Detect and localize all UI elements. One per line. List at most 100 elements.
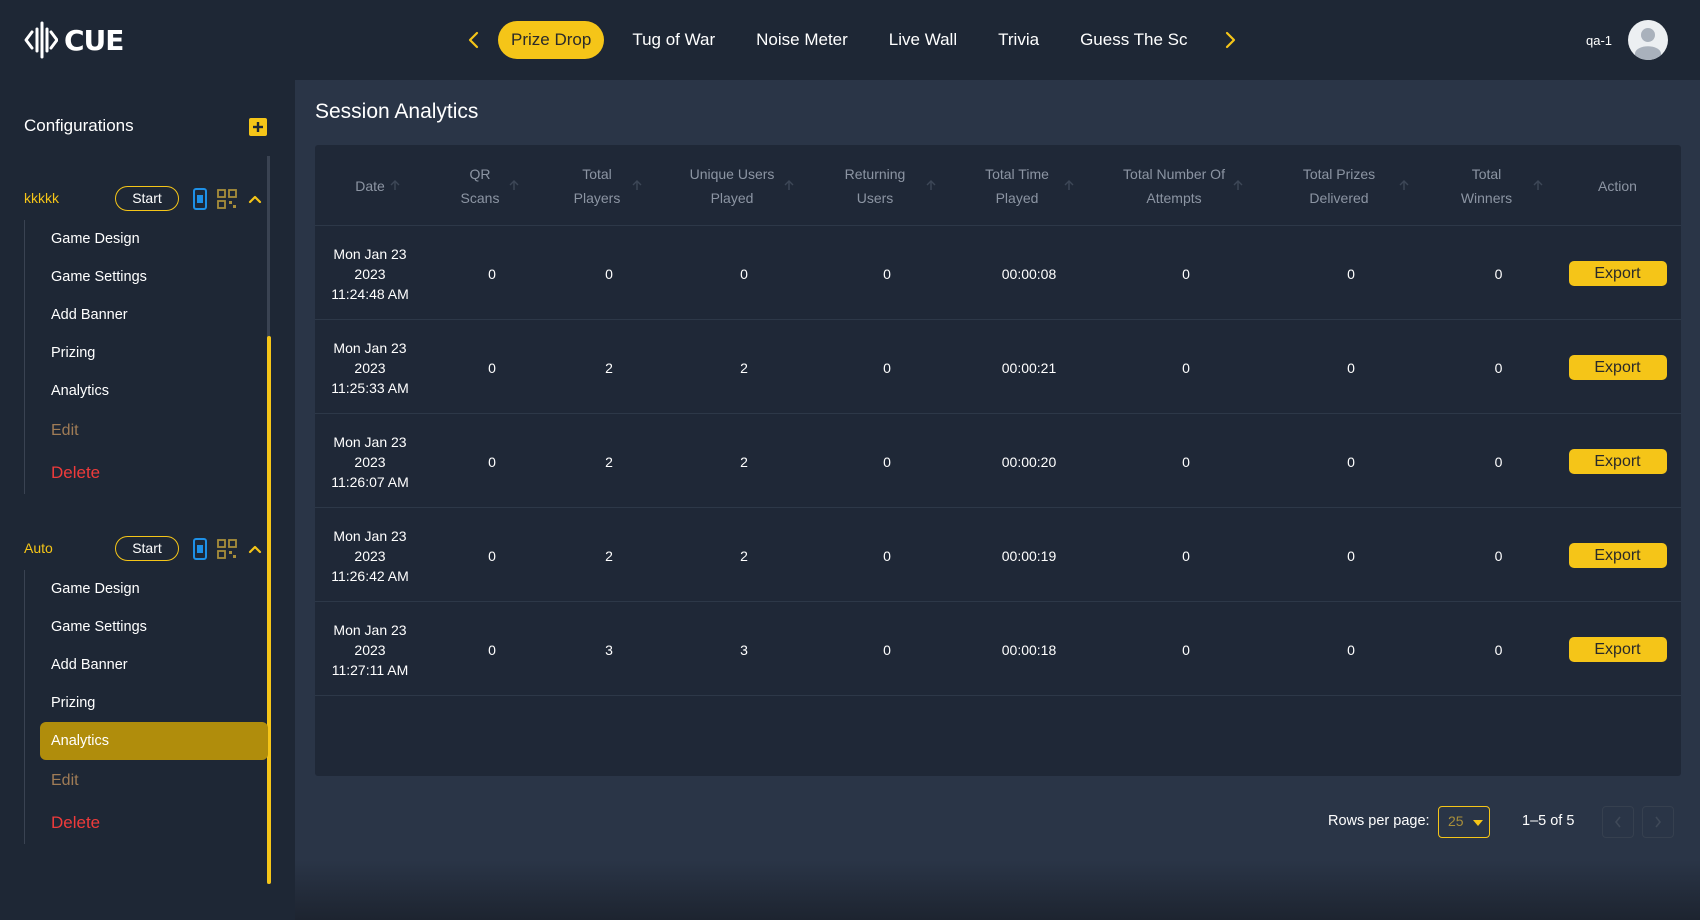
user-name: qa-1 [1586,33,1613,48]
top-bar: CUE Prize Drop Tug of War Noise Meter Li… [0,0,1700,80]
table-row: Mon Jan 23 2023 11:26:07 AM 0 2 2 0 00:00:20 0… [315,415,1681,508]
cell-total-time-played: 00:00:19 [1001,547,1057,564]
nav-prev-button[interactable] [458,19,488,61]
cell-total-attempts: 0 [1182,547,1190,564]
column-header-label: Action [1598,177,1637,194]
user-avatar[interactable] [1628,20,1668,60]
export-button[interactable]: Export [1568,449,1667,474]
column-header-returning-users[interactable]: Returning Users [805,145,945,226]
menu-item-game-settings[interactable]: Game Settings [25,258,268,296]
menu-item-add-banner[interactable]: Add Banner [25,296,268,334]
menu-item-add-banner[interactable]: Add Banner [25,646,268,684]
cell-unique-users-played: 3 [740,641,748,658]
menu-item-game-design[interactable]: Game Design [25,220,268,258]
column-header-date[interactable]: Date [315,145,425,226]
cell-total-prizes-delivered: 0 [1347,359,1355,376]
column-header-label: Date [355,177,385,194]
config-name[interactable]: kkkkk [24,190,59,206]
logo[interactable]: CUE [24,21,124,59]
config-name[interactable]: Auto [24,540,53,556]
sort-arrow-icon[interactable] [508,179,520,191]
user-avatar-icon [1635,28,1661,60]
sort-arrow-icon[interactable] [1532,179,1544,191]
cell-total-players: 2 [605,453,613,470]
rows-per-page-label: Rows per page: [1328,813,1430,829]
tab-prize-drop[interactable]: Prize Drop [498,21,605,59]
table-header: Date QR Scans Total Players Unique Users Pl… [315,145,1681,226]
cell-date: Mon Jan 23 2023 11:24:48 AM [331,245,409,302]
page-title: Session Analytics [315,100,479,123]
export-button[interactable]: Export [1568,355,1667,380]
rows-per-page-value: 25 [1448,813,1464,829]
cell-total-winners: 0 [1494,265,1503,282]
chevron-left-icon [468,31,479,49]
table-row: Mon Jan 23 2023 11:24:48 AM 0 0 0 0 00:00:08 0… [315,227,1681,320]
cell-total-winners: 0 [1494,641,1503,658]
column-header-label: Total Prizes Delivered [1302,165,1376,206]
cell-action: Export [1554,509,1681,602]
chevron-up-icon[interactable] [246,540,264,558]
cell-total-attempts: 0 [1182,641,1190,658]
chevron-up-icon[interactable] [246,190,264,208]
tab-trivia[interactable]: Trivia [985,21,1052,59]
export-button[interactable]: Export [1568,261,1667,286]
menu-item-edit[interactable]: Edit [25,760,268,802]
nav-next-button[interactable] [1216,19,1246,61]
cell-total-prizes-delivered: 0 [1347,453,1355,470]
sort-arrow-icon[interactable] [1232,179,1244,191]
column-header-label: Returning Users [844,165,906,206]
menu-item-game-design[interactable]: Game Design [25,570,268,608]
menu-item-prizing[interactable]: Prizing [25,684,268,722]
cell-total-players: 2 [605,547,613,564]
menu-item-analytics-active[interactable]: Analytics [40,722,268,760]
menu-item-edit[interactable]: Edit [25,410,268,452]
tab-live-wall[interactable]: Live Wall [876,21,970,59]
cell-total-time-played: 00:00:08 [1001,265,1057,282]
start-button[interactable]: Start [115,186,179,211]
cell-qr-scans: 0 [488,265,496,282]
start-button[interactable]: Start [115,536,179,561]
cell-total-prizes-delivered: 0 [1347,265,1355,282]
column-header-label: Unique Users Played [689,165,775,206]
menu-item-prizing[interactable]: Prizing [25,334,268,372]
sort-arrow-icon[interactable] [783,179,795,191]
cell-action: Export [1554,227,1681,320]
config-header-kkkkk: kkkkk Start [24,186,269,212]
add-configuration-button[interactable] [249,118,267,136]
column-header-label: Total Number Of Attempts [1123,165,1225,206]
sort-arrow-icon[interactable] [389,179,401,191]
menu-item-delete[interactable]: Delete [25,452,268,494]
tab-noise-meter[interactable]: Noise Meter [743,21,861,59]
menu-item-analytics[interactable]: Analytics [25,372,268,410]
cell-total-players: 0 [605,265,613,282]
menu-item-delete[interactable]: Delete [25,802,268,844]
cell-returning-users: 0 [883,359,891,376]
cell-total-players: 2 [605,359,613,376]
qr-code-icon[interactable] [215,187,239,211]
cell-unique-users-played: 2 [740,547,748,564]
phone-icon[interactable] [189,187,211,211]
sort-arrow-icon[interactable] [1398,179,1410,191]
table-row: Mon Jan 23 2023 11:27:11 AM 0 3 3 0 00:00:18 0… [315,603,1681,696]
next-page-button[interactable] [1642,806,1674,838]
sort-arrow-icon[interactable] [925,179,937,191]
cell-qr-scans: 0 [488,641,496,658]
phone-icon[interactable] [189,537,211,561]
column-header-total-prizes-delivered[interactable]: Total Prizes Delivered [1259,145,1419,226]
cell-total-time-played: 00:00:20 [1001,453,1057,470]
menu-item-game-settings[interactable]: Game Settings [25,608,268,646]
game-nav: Prize Drop Tug of War Noise Meter Live W… [458,19,1246,61]
cell-action: Export [1554,603,1681,696]
cell-unique-users-played: 2 [740,359,748,376]
export-button[interactable]: Export [1568,637,1667,662]
tab-tug-of-war[interactable]: Tug of War [619,21,728,59]
tab-guess-the-sc[interactable]: Guess The Sc [1067,21,1200,59]
previous-page-button[interactable] [1602,806,1634,838]
rows-per-page-select[interactable]: 25 [1438,806,1490,838]
sort-arrow-icon[interactable] [631,179,643,191]
cell-date: Mon Jan 23 2023 11:26:07 AM [331,433,409,490]
qr-code-icon[interactable] [215,537,239,561]
config-menu-auto: Game Design Game Settings Add Banner Pri… [24,570,268,844]
export-button[interactable]: Export [1568,543,1667,568]
sort-arrow-icon[interactable] [1063,179,1075,191]
